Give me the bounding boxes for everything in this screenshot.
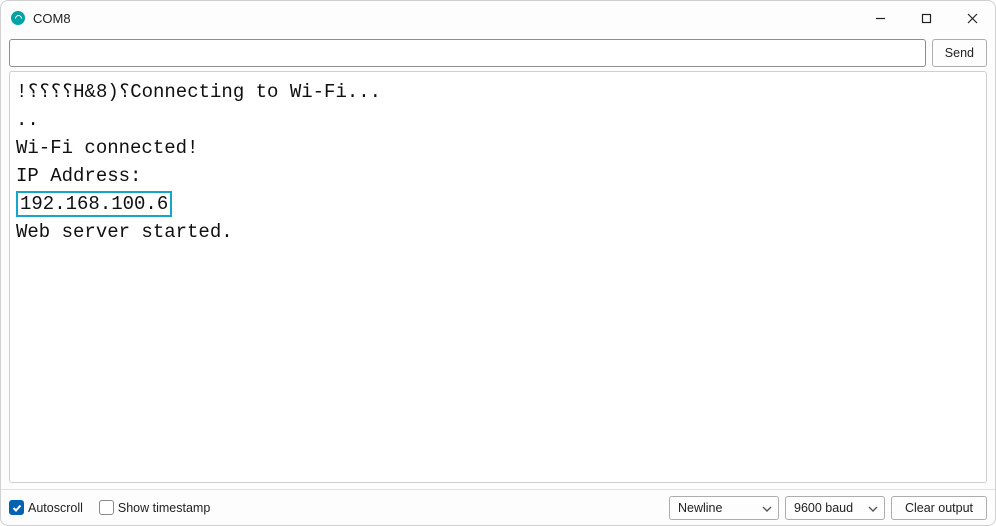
send-row: Send: [1, 35, 995, 71]
close-button[interactable]: [949, 1, 995, 35]
close-icon: [967, 13, 978, 24]
baud-rate-value: 9600 baud: [794, 501, 853, 515]
minimize-button[interactable]: [857, 1, 903, 35]
console-line: Wi-Fi connected!: [16, 134, 978, 162]
titlebar: COM8: [1, 1, 995, 35]
console-line: Web server started.: [16, 218, 978, 246]
chevron-down-icon: [868, 503, 878, 513]
baud-rate-select[interactable]: 9600 baud: [785, 496, 885, 520]
minimize-icon: [875, 13, 886, 24]
console-line: IP Address:: [16, 162, 978, 190]
console-area: !⸮⸮⸮⸮H&8)⸮Connecting to Wi-Fi.....Wi-Fi …: [9, 71, 987, 483]
checkbox-icon: [9, 500, 24, 515]
autoscroll-label: Autoscroll: [28, 501, 83, 515]
console-line: 192.168.100.6: [16, 190, 978, 218]
chevron-down-icon: [762, 503, 772, 513]
show-timestamp-checkbox[interactable]: Show timestamp: [99, 500, 210, 515]
line-ending-value: Newline: [678, 501, 722, 515]
send-button[interactable]: Send: [932, 39, 987, 67]
maximize-button[interactable]: [903, 1, 949, 35]
serial-monitor-window: COM8 Send !⸮⸮⸮⸮H&8)⸮Connecting to Wi-Fi.…: [0, 0, 996, 526]
line-ending-select[interactable]: Newline: [669, 496, 779, 520]
checkmark-icon: [12, 503, 22, 513]
checkbox-icon: [99, 500, 114, 515]
console-output[interactable]: !⸮⸮⸮⸮H&8)⸮Connecting to Wi-Fi.....Wi-Fi …: [10, 72, 986, 482]
bottom-bar: Autoscroll Show timestamp Newline 9600 b…: [1, 489, 995, 525]
autoscroll-checkbox[interactable]: Autoscroll: [9, 500, 83, 515]
arduino-icon: [11, 11, 25, 25]
highlighted-text: 192.168.100.6: [16, 191, 172, 217]
window-title: COM8: [33, 11, 71, 26]
console-line: !⸮⸮⸮⸮H&8)⸮Connecting to Wi-Fi...: [16, 78, 978, 106]
clear-output-button[interactable]: Clear output: [891, 496, 987, 520]
maximize-icon: [921, 13, 932, 24]
serial-input[interactable]: [9, 39, 926, 67]
show-timestamp-label: Show timestamp: [118, 501, 210, 515]
console-line: ..: [16, 106, 978, 134]
